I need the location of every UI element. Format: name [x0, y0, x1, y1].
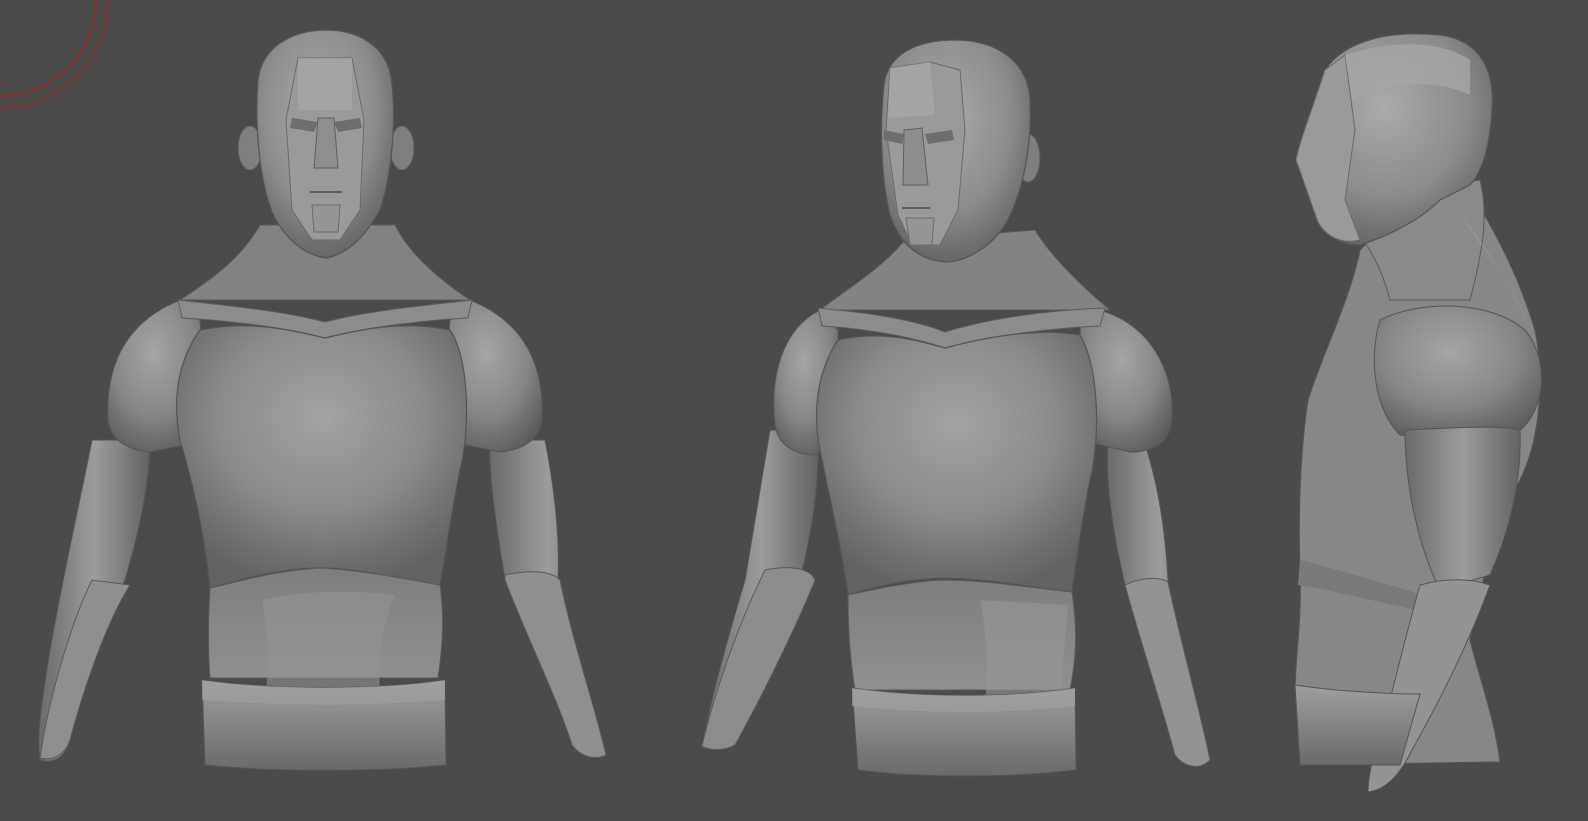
tq-abs-highlight [980, 600, 1068, 705]
gizmo-ring-inner [0, 0, 97, 97]
gizmo-ring-outer [0, 0, 109, 109]
front-chest-plate [176, 325, 468, 589]
front-nose [313, 117, 339, 169]
sculpt-viewport[interactable] [0, 0, 1588, 821]
rotation-gizmo[interactable] [0, 0, 109, 109]
front-right-forearm [504, 571, 607, 758]
tq-chest-plate [815, 331, 1098, 596]
front-forehead [298, 58, 352, 110]
tq-right-forearm [1124, 577, 1211, 767]
tq-chin [905, 217, 935, 246]
tq-left-forearm [701, 567, 816, 751]
front-chin [311, 204, 341, 233]
bust-side-view[interactable] [1294, 33, 1542, 793]
side-belt [1294, 684, 1421, 766]
tq-forehead [888, 62, 935, 118]
viewport-canvas[interactable] [0, 0, 1588, 821]
front-abs-highlight [262, 591, 395, 700]
side-shoulder [1373, 305, 1542, 439]
bust-front-view[interactable] [38, 29, 607, 771]
bust-three-quarter-view[interactable] [701, 39, 1211, 777]
